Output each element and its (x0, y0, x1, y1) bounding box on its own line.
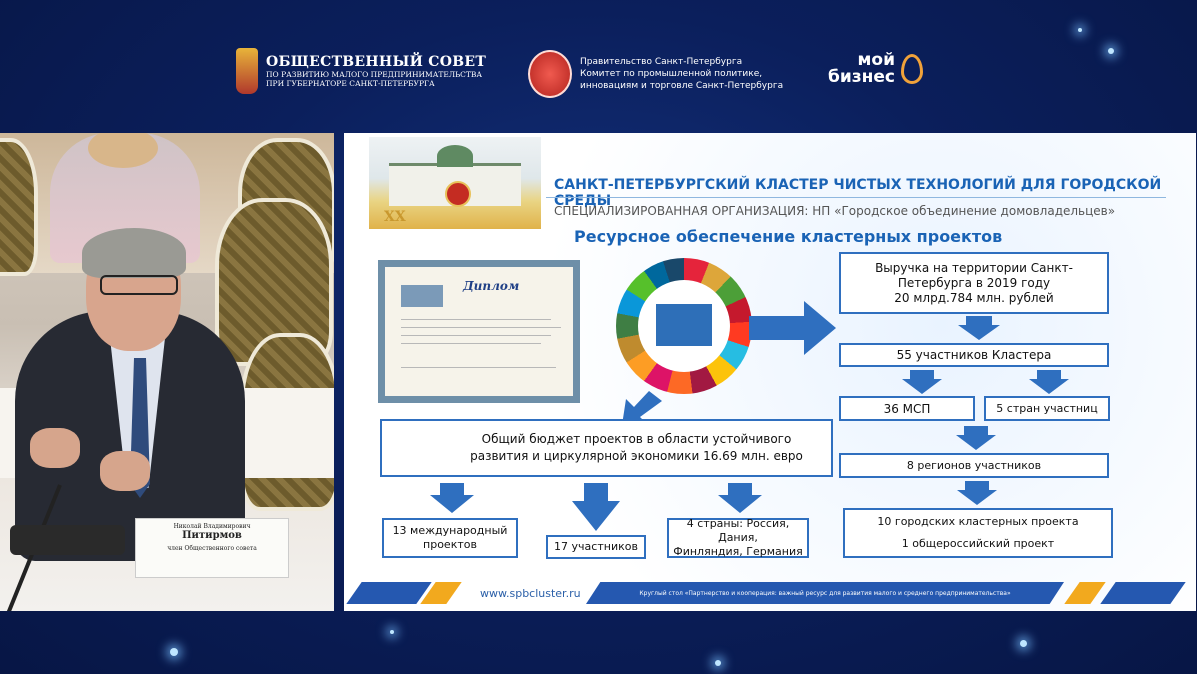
government-line3: инновациям и торговле Санкт-Петербурга (580, 81, 784, 91)
arrow-down-icon (718, 483, 762, 513)
background-glow-dot (1078, 28, 1082, 32)
nameplate-role: член Общественного совета (167, 545, 257, 552)
speaker-video-feed[interactable]: Николай Владимирович Питирмов член Общес… (0, 133, 334, 611)
cluster-projects-line2: 1 общероссийский проект (901, 537, 1055, 550)
speaker-hand (100, 451, 150, 491)
budget-line2: развития и циркулярной экономики 16.69 м… (470, 449, 803, 463)
my-business-line2: бизнес (828, 67, 896, 87)
arrow-down-icon (902, 370, 942, 394)
speaker-hair (82, 228, 186, 278)
intl-projects-box: 13 международный проектов (382, 518, 518, 558)
footer-stripe (1100, 582, 1186, 604)
government-logo: Правительство Санкт-Петербурга Комитет п… (528, 50, 783, 98)
footer-stripe (346, 582, 432, 604)
arrow-down-icon (958, 316, 1000, 340)
public-council-line2: ПО РАЗВИТИЮ МАЛОГО ПРЕДПРИНИМАТЕЛЬСТВА (266, 70, 483, 79)
footer-url[interactable]: www.spbcluster.ru (480, 587, 581, 600)
intl-projects-line2: проектов (423, 538, 477, 551)
spb-emblem-icon (528, 50, 572, 98)
arrow-right-icon (749, 301, 836, 355)
arrow-down-icon (572, 483, 620, 531)
public-council-logo: ОБЩЕСТВЕННЫЙ СОВЕТ ПО РАЗВИТИЮ МАЛОГО ПР… (236, 48, 486, 94)
background-glow-dot (170, 648, 178, 656)
intl-projects-line1: 13 международный (392, 524, 508, 537)
speaker-glasses (100, 275, 178, 295)
regions-box: 8 регионов участников (839, 453, 1109, 478)
budget-box: Общий бюджет проектов в области устойчив… (380, 419, 833, 477)
revenue-line2: Петербурга в 2019 году (897, 275, 1051, 290)
arrow-down-icon (956, 426, 996, 450)
revenue-line1: Выручка на территории Санкт- (875, 260, 1073, 275)
microphone-base (10, 525, 125, 555)
speaker-hand (30, 428, 80, 468)
footer-stripe (1064, 582, 1106, 604)
four-countries-line1: 4 страны: Россия, Дания, (686, 517, 790, 544)
nameplate-first-name: Николай Владимирович (173, 523, 251, 530)
background-glow-dot (1108, 48, 1114, 54)
background-glow-dot (1020, 640, 1027, 647)
nameplate-last-name: Питирмов (182, 530, 242, 541)
government-line1: Правительство Санкт-Петербурга (580, 57, 743, 67)
revenue-box: Выручка на территории Санкт- Петербурга … (839, 252, 1109, 314)
government-line2: Комитет по промышленной политике, (580, 69, 763, 79)
cluster-projects-line1: 10 городских кластерных проекта (877, 515, 1079, 528)
cluster-projects-box: 10 городских кластерных проекта 1 общеро… (843, 508, 1113, 558)
arrow-down-icon (1029, 370, 1069, 394)
participants-box: 55 участников Кластера (839, 343, 1109, 367)
background-glow-dot (390, 630, 394, 634)
arrow-down-icon (957, 481, 997, 505)
budget-line1: Общий бюджет проектов в области устойчив… (481, 432, 792, 446)
footer-banner: Круглый стол «Партнерство и кооперация: … (586, 582, 1064, 604)
sme-box: 36 МСП (839, 396, 975, 421)
slide-footer: www.spbcluster.ru Круглый стол «Партнерс… (344, 573, 1196, 605)
presentation-slide[interactable]: XX САНКТ-ПЕТЕРБУРГСКИЙ КЛАСТЕР ЧИСТЫХ ТЕ… (344, 133, 1196, 611)
public-council-line3: ПРИ ГУБЕРНАТОРЕ САНКТ-ПЕТЕРБУРГА (266, 79, 435, 88)
arrow-down-icon (430, 483, 474, 513)
public-council-name: ОБЩЕСТВЕННЫЙ СОВЕТ (266, 54, 487, 70)
coat-of-arms-icon (236, 48, 258, 94)
chair (0, 138, 38, 276)
countries-box: 5 стран участниц (984, 396, 1110, 421)
revenue-line3: 20 млрд.784 млн. рублей (894, 290, 1054, 305)
location-pin-icon (901, 54, 924, 84)
four-countries-box: 4 страны: Россия, Дания, Финляндия, Герм… (667, 517, 809, 558)
background-glow-dot (715, 660, 721, 666)
participants17-box: 17 участников (546, 535, 646, 559)
my-business-logo: мой бизнес (828, 52, 924, 87)
four-countries-line2: Финляндия, Германия (673, 545, 803, 558)
speaker-nameplate: Николай Владимирович Питирмов член Общес… (135, 518, 289, 578)
